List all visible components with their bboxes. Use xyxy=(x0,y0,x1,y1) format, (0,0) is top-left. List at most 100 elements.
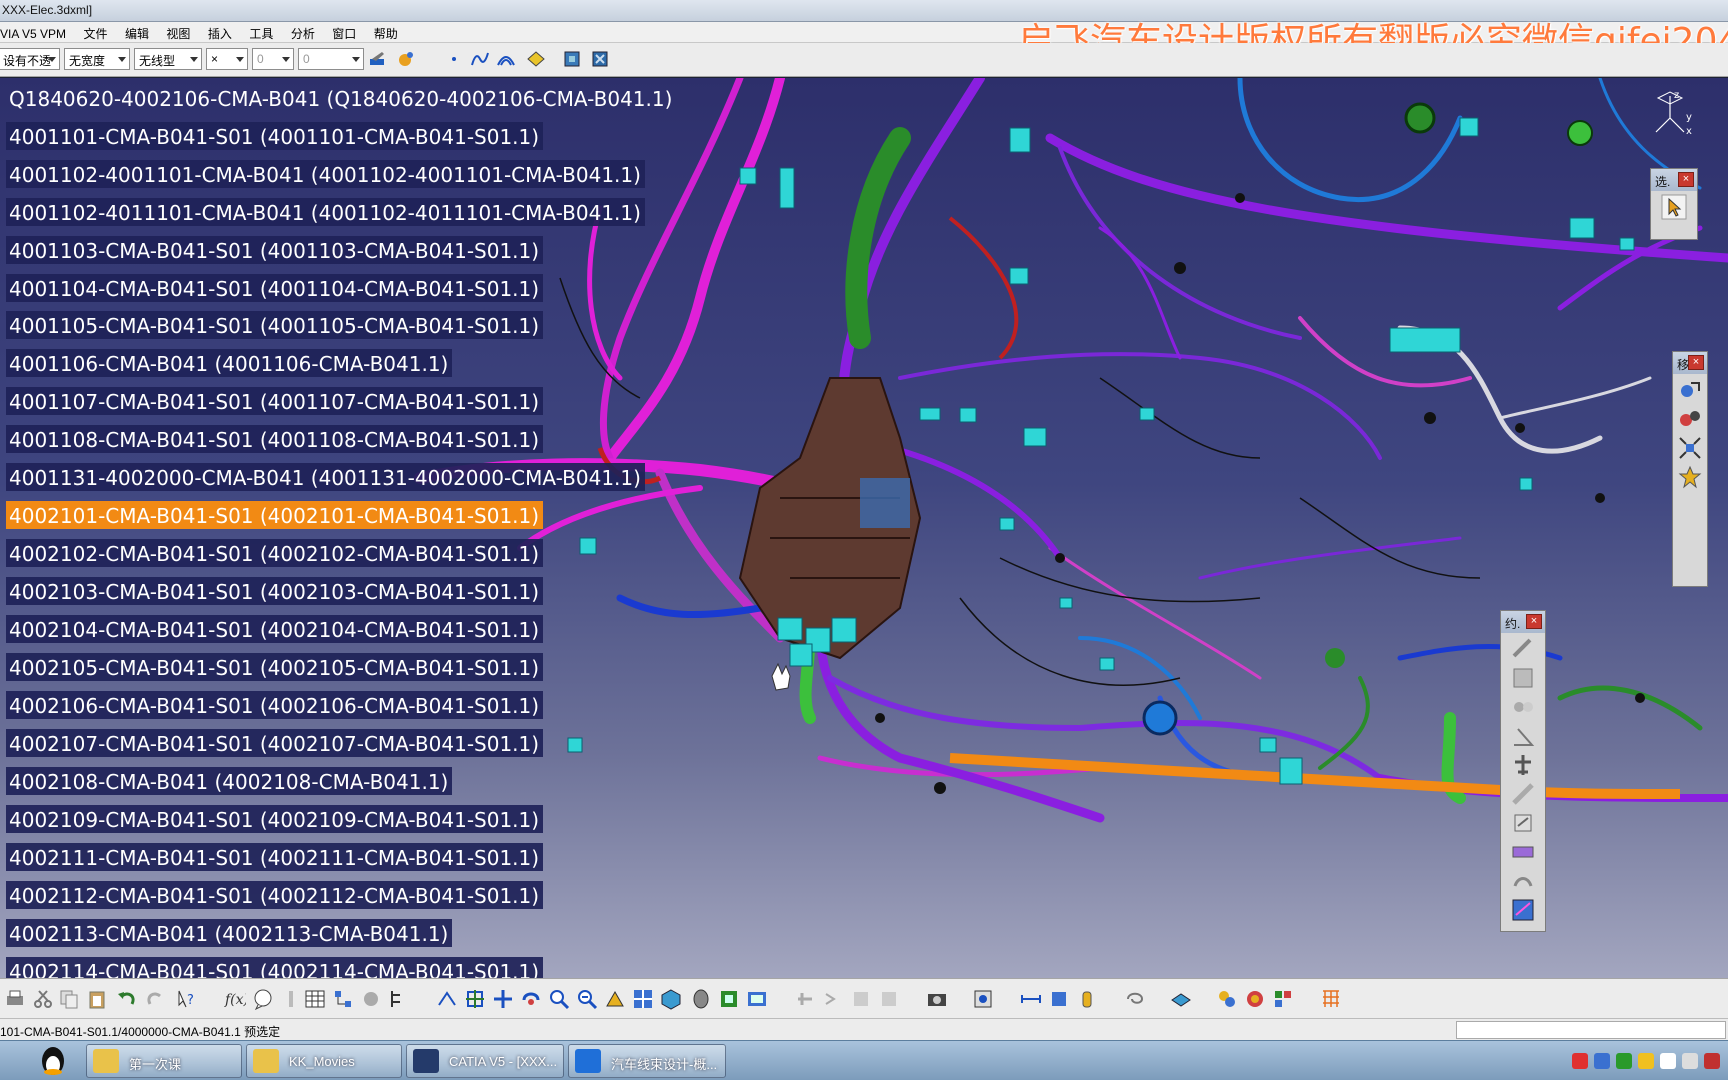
point-icon[interactable] xyxy=(444,49,464,69)
tray-icon[interactable] xyxy=(1638,1053,1654,1069)
network-icon[interactable] xyxy=(1660,1053,1676,1069)
properties-icon[interactable] xyxy=(396,49,416,69)
arc-icon[interactable] xyxy=(496,49,516,69)
quick-constraint-icon[interactable] xyxy=(1510,810,1536,836)
taskbar-item-folder-1[interactable]: 第一次课 xyxy=(86,1044,242,1078)
explode-icon[interactable] xyxy=(1677,435,1703,461)
plug-icon[interactable] xyxy=(794,988,816,1010)
tree-node[interactable]: 4001131-4002000-CMA-B041 (4001131-400200… xyxy=(6,463,645,491)
flexible-icon[interactable] xyxy=(1510,839,1536,865)
spline-icon[interactable] xyxy=(470,49,490,69)
3d-viewport[interactable]: z y x Q1840620-4002106-CMA-B041 (Q184062… xyxy=(0,78,1728,978)
taskbar-item-catia[interactable]: CATIA V5 - [XXX... xyxy=(406,1044,564,1078)
close-icon[interactable]: × xyxy=(1526,614,1542,629)
undo-icon[interactable] xyxy=(116,988,138,1010)
rotate-icon[interactable] xyxy=(520,988,542,1010)
catalog-icon[interactable] xyxy=(332,988,354,1010)
swap-visible-icon[interactable] xyxy=(746,988,768,1010)
paste-icon[interactable] xyxy=(86,988,108,1010)
tree-node[interactable]: 4002114-CMA-B041-S01 (4002114-CMA-B041-S… xyxy=(6,957,544,978)
shading-icon[interactable] xyxy=(690,988,712,1010)
reuse-pattern-icon[interactable] xyxy=(1510,868,1536,894)
tree-node[interactable]: 4002108-CMA-B041 (4002108-CMA-B041.1) xyxy=(6,767,453,795)
table-icon[interactable] xyxy=(304,988,326,1010)
surface-icon[interactable] xyxy=(526,49,546,69)
contact-icon[interactable] xyxy=(1510,665,1536,691)
iso-view-icon[interactable] xyxy=(660,988,682,1010)
knowledge-icon[interactable] xyxy=(360,988,382,1010)
tree-node[interactable]: 4001102-4001101-CMA-B041 (4001102-400110… xyxy=(6,160,645,188)
pan-icon[interactable] xyxy=(492,988,514,1010)
render-icon[interactable] xyxy=(972,988,994,1010)
tree-node[interactable]: 4001101-CMA-B041-S01 (4001101-CMA-B041-S… xyxy=(6,122,544,150)
fit-all-icon[interactable] xyxy=(464,988,486,1010)
tree-node[interactable]: 4002109-CMA-B041-S01 (4002109-CMA-B041-S… xyxy=(6,805,544,833)
angle-icon[interactable] xyxy=(1510,723,1536,749)
grid-icon[interactable] xyxy=(1320,988,1342,1010)
layer-icon[interactable] xyxy=(1170,988,1192,1010)
tree-node[interactable]: 4002111-CMA-B041-S01 (4002111-CMA-B041-S… xyxy=(6,843,544,871)
tree-expand-icon[interactable] xyxy=(388,988,410,1010)
link-icon[interactable] xyxy=(280,988,302,1010)
offset-icon[interactable] xyxy=(1510,694,1536,720)
constraints-toolbar-header[interactable]: 约. × xyxy=(1501,611,1545,633)
jump-icon[interactable] xyxy=(822,988,844,1010)
extra-combo[interactable]: 0 xyxy=(298,48,364,70)
scene-icon[interactable] xyxy=(1272,988,1294,1010)
tree-node[interactable]: 4001105-CMA-B041-S01 (4001105-CMA-B041-S… xyxy=(6,311,544,339)
command-input[interactable] xyxy=(1456,1021,1726,1039)
menu-view[interactable]: 视图 xyxy=(160,22,197,43)
coincidence-icon[interactable] xyxy=(1510,636,1536,662)
tray-icon[interactable] xyxy=(1594,1053,1610,1069)
close-icon[interactable]: × xyxy=(1688,355,1704,370)
update-icon[interactable] xyxy=(1510,897,1536,923)
swirl-icon[interactable] xyxy=(1124,988,1146,1010)
tree-node[interactable]: 4001108-CMA-B041-S01 (4001108-CMA-B041-S… xyxy=(6,425,544,453)
menu-app[interactable]: VIA V5 VPM xyxy=(0,24,73,45)
measure-inertia-icon[interactable] xyxy=(1048,988,1070,1010)
tree-node[interactable]: 4002102-CMA-B041-S01 (4002102-CMA-B041-S… xyxy=(6,539,544,567)
line-width-combo[interactable]: 无宽度 xyxy=(64,48,130,70)
move-toolbar-header[interactable]: 移. × xyxy=(1673,352,1707,374)
clash-icon[interactable] xyxy=(1677,464,1703,490)
painter-icon[interactable] xyxy=(368,49,388,69)
qq-penguin-icon[interactable] xyxy=(38,1045,68,1077)
menu-tools[interactable]: 工具 xyxy=(243,22,280,43)
fix-icon[interactable] xyxy=(1510,752,1536,778)
tree-node[interactable]: 4001102-4011101-CMA-B041 (4001102-401110… xyxy=(6,198,645,226)
redo-icon[interactable] xyxy=(144,988,166,1010)
tree-node[interactable]: 4002106-CMA-B041-S01 (4002106-CMA-B041-S… xyxy=(6,691,544,719)
formula-icon[interactable]: f(x) xyxy=(224,988,246,1010)
zoom-out-icon[interactable] xyxy=(576,988,598,1010)
product-icon[interactable] xyxy=(590,49,610,69)
generic-icon[interactable] xyxy=(850,988,872,1010)
texture-icon[interactable] xyxy=(1244,988,1266,1010)
point-type-combo[interactable]: × xyxy=(206,48,248,70)
help-icon[interactable]: ? xyxy=(176,988,198,1010)
generic-icon[interactable] xyxy=(878,988,900,1010)
comment-icon[interactable] xyxy=(252,988,274,1010)
hide-show-icon[interactable] xyxy=(718,988,740,1010)
tree-node[interactable]: 4002112-CMA-B041-S01 (4002112-CMA-B041-S… xyxy=(6,881,544,909)
tree-node[interactable]: 4001104-CMA-B041-S01 (4001104-CMA-B041-S… xyxy=(6,274,544,302)
measure-icon[interactable] xyxy=(1020,988,1042,1010)
fill-combo[interactable]: 设有不透 xyxy=(0,48,60,70)
tree-node[interactable]: 4001103-CMA-B041-S01 (4001103-CMA-B041-S… xyxy=(6,236,544,264)
layer-combo[interactable]: 0 xyxy=(252,48,294,70)
copy-icon[interactable] xyxy=(58,988,80,1010)
tray-icon[interactable] xyxy=(1704,1053,1720,1069)
fix-together-icon[interactable] xyxy=(1510,781,1536,807)
snap-icon[interactable] xyxy=(1677,406,1703,432)
tree-node[interactable]: 4002104-CMA-B041-S01 (4002104-CMA-B041-S… xyxy=(6,615,544,643)
tray-icon[interactable] xyxy=(1616,1053,1632,1069)
manipulate-icon[interactable] xyxy=(1677,377,1703,403)
line-type-combo[interactable]: 无线型 xyxy=(134,48,202,70)
apply-material-icon[interactable] xyxy=(1216,988,1238,1010)
tree-node[interactable]: 4002105-CMA-B041-S01 (4002105-CMA-B041-S… xyxy=(6,653,544,681)
print-icon[interactable] xyxy=(4,988,26,1010)
tree-node[interactable]: 4002107-CMA-B041-S01 (4002107-CMA-B041-S… xyxy=(6,729,544,757)
menu-file[interactable]: 文件 xyxy=(77,22,114,43)
bottle-icon[interactable] xyxy=(1076,988,1098,1010)
menu-help[interactable]: 帮助 xyxy=(368,22,405,43)
menu-insert[interactable]: 插入 xyxy=(202,22,239,43)
